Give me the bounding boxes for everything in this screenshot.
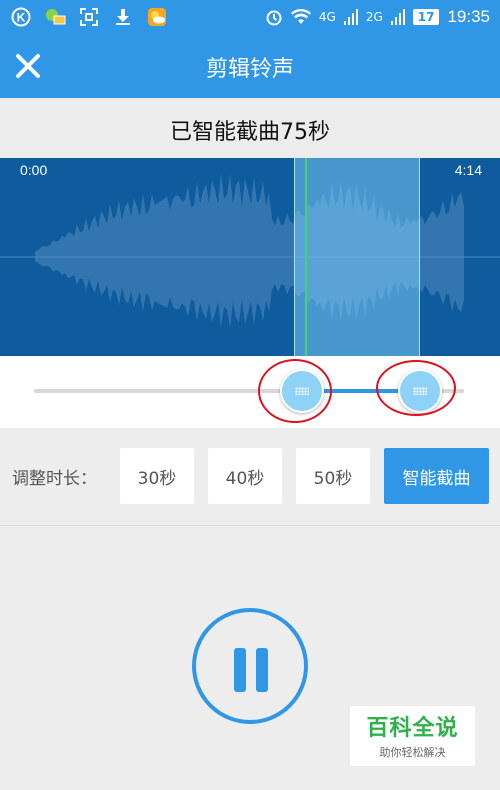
battery-level: 17 (412, 9, 440, 25)
signal-type-2g: 2G (365, 10, 383, 24)
k-app-icon: K (10, 6, 32, 28)
alarm-icon (266, 10, 282, 26)
status-message: 已智能截曲75秒 (170, 120, 330, 145)
start-time: 0:00 (20, 162, 48, 178)
pause-button[interactable] (192, 608, 308, 724)
wifi-icon (290, 9, 311, 24)
selected-range (294, 158, 420, 356)
watermark-title: 百科全说 (366, 716, 459, 741)
duration-label: 调整时长： (12, 469, 97, 489)
duration-30s-button[interactable]: 30秒 (120, 448, 194, 504)
annotation-circle (258, 359, 332, 423)
status-message-bar: 已智能截曲75秒 (0, 98, 500, 158)
watermark-subtitle: 助你轻松解决 (379, 746, 446, 759)
smart-trim-button[interactable]: 智能截曲 (384, 448, 489, 504)
duration-options: 调整时长： 30秒 40秒 50秒 智能截曲 (0, 428, 500, 526)
waveform (0, 173, 500, 328)
wechat-mail-icon (44, 6, 66, 28)
scan-icon (78, 6, 100, 28)
notification-icons: K (10, 6, 168, 28)
pause-icon (234, 648, 246, 692)
annotation-circle (376, 360, 456, 416)
signal-type-4g: 4G (318, 10, 336, 24)
waveform-panel[interactable]: 0:00 4:14 (0, 158, 500, 356)
svg-text:K: K (17, 11, 26, 25)
signal-icon (343, 9, 358, 25)
watermark-logo: 百科全说 助你轻松解决 (350, 706, 475, 766)
weather-icon (146, 6, 168, 28)
clock: 19:35 (447, 7, 490, 26)
duration-50s-button[interactable]: 50秒 (296, 448, 370, 504)
system-icons: 4G 2G 17 19:35 (265, 7, 490, 27)
signal-icon-2 (390, 9, 405, 25)
title-bar: 剪辑铃声 (0, 36, 500, 98)
playhead (305, 158, 307, 356)
page-title: 剪辑铃声 (205, 57, 294, 82)
download-icon (112, 6, 134, 28)
end-time: 4:14 (454, 162, 482, 178)
status-bar: K 4G 2G 17 19:35 (0, 0, 500, 36)
pause-icon-bar (256, 648, 268, 692)
range-slider (0, 356, 500, 428)
duration-40s-button[interactable]: 40秒 (208, 448, 282, 504)
